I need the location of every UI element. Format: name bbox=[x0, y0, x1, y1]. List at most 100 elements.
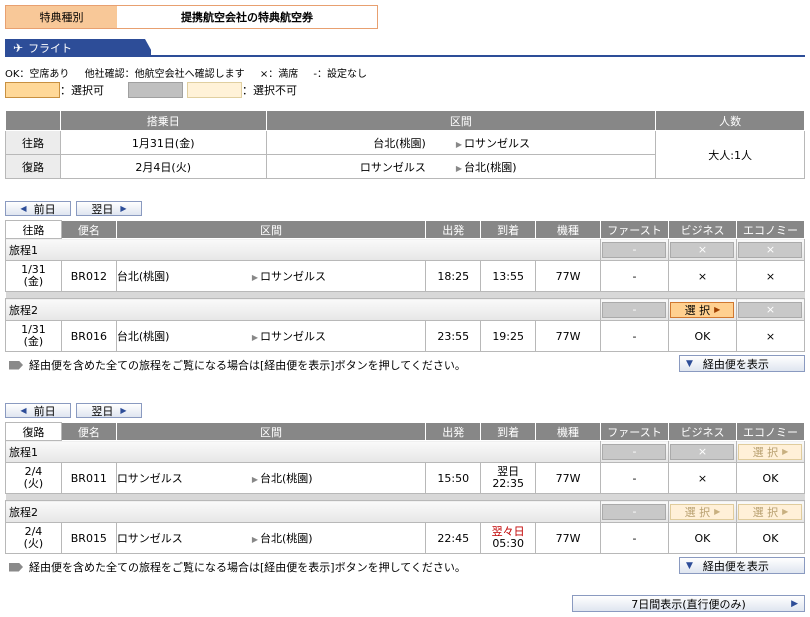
arrow-right-icon: ▶ bbox=[251, 535, 258, 544]
col-aircraft: 機種 bbox=[535, 422, 601, 441]
via-note-outbound: 経由便を含めた全ての旅程をご覧になる場合は[経由便を表示]ボタンを押してください… bbox=[9, 357, 466, 373]
summary-pax-header: 人数 bbox=[655, 110, 805, 131]
flight-aircraft: 77W bbox=[535, 320, 601, 352]
itinerary-label: 旅程1 bbox=[5, 238, 601, 261]
itinerary-label: 旅程1 bbox=[5, 440, 601, 463]
first-class-button: - bbox=[602, 301, 667, 318]
economy-availability: OK bbox=[735, 522, 806, 554]
award-type-value: 提携航空会社の特典航空券 bbox=[181, 11, 313, 24]
arrow-left-icon: ◀ bbox=[20, 204, 27, 213]
flight-dep: 18:25 bbox=[425, 260, 482, 292]
legend-confirm: 他社確認：他航空会社へ確認します bbox=[84, 69, 245, 80]
business-availability: OK bbox=[667, 522, 737, 554]
flight-tab: ✈ フライト bbox=[5, 39, 151, 57]
legend-unavailable-label: ：選択不可 bbox=[242, 84, 297, 97]
flight-date: 2/4 (火) bbox=[5, 522, 62, 554]
flight-aircraft: 77W bbox=[535, 260, 601, 292]
economy-availability: OK bbox=[735, 462, 806, 494]
col-economy: エコノミー bbox=[735, 220, 806, 239]
swatch-unavailable-gray bbox=[128, 82, 183, 98]
flight-number: BR016 bbox=[60, 320, 117, 352]
flight-dep: 22:45 bbox=[425, 522, 482, 554]
summary-date-header: 搭乗日 bbox=[59, 110, 267, 131]
legend-available-label: ：選択可 bbox=[60, 84, 104, 97]
seven-day-view-button[interactable]: 7日間表示(直行便のみ) ▶ bbox=[572, 595, 805, 612]
arrow-right-icon: ▶ bbox=[455, 139, 463, 149]
flight-route: ロサンゼルス ▶ 台北(桃園) bbox=[115, 522, 427, 554]
flight-route: ロサンゼルス ▶ 台北(桃園) bbox=[115, 462, 427, 494]
itinerary-header-row: 旅程1 - × × bbox=[5, 238, 806, 261]
inbound-show-via-button[interactable]: ▼ 経由便を表示 bbox=[679, 557, 805, 574]
outbound-prev-day-button[interactable]: ◀ 前日 bbox=[5, 201, 71, 216]
legend-swatches: ：選択可 ：選択不可 bbox=[5, 82, 297, 98]
business-select-button[interactable]: 選 択 ▶ bbox=[670, 503, 735, 520]
economy-availability: × bbox=[735, 260, 806, 292]
itinerary-header-row: 旅程1 - × 選 択 ▶ bbox=[5, 440, 806, 463]
summary-dir: 往路 bbox=[5, 130, 61, 155]
flight-number: BR015 bbox=[60, 522, 117, 554]
outbound-show-via-button[interactable]: ▼ 経由便を表示 bbox=[679, 355, 805, 372]
col-route: 区間 bbox=[115, 220, 427, 239]
flight-row: 2/4 (火) BR011 ロサンゼルス ▶ 台北(桃園) 15:50 翌日 22:35… bbox=[5, 462, 806, 494]
outbound-next-day-button[interactable]: 翌日 ▶ bbox=[76, 201, 142, 216]
first-class-button: - bbox=[602, 503, 667, 520]
arrow-right-icon: ▶ bbox=[251, 273, 258, 282]
col-route: 区間 bbox=[115, 422, 427, 441]
via-note-inbound: 経由便を含めた全ての旅程をご覧になる場合は[経由便を表示]ボタンを押してください… bbox=[9, 559, 466, 575]
flight-row: 1/31 (金) BR012 台北(桃園) ▶ ロサンゼルス 18:25 13:55 … bbox=[5, 260, 806, 292]
first-availability: - bbox=[599, 260, 669, 292]
summary-date: 2月4日(火) bbox=[59, 154, 267, 179]
bullet-arrow-icon bbox=[9, 562, 23, 572]
arrow-left-icon: ◀ bbox=[20, 406, 27, 415]
col-first: ファースト bbox=[599, 422, 669, 441]
arrow-right-icon: ▶ bbox=[782, 447, 789, 456]
summary-pax: 大人:1人 bbox=[655, 130, 805, 179]
first-availability: - bbox=[599, 522, 669, 554]
business-availability: OK bbox=[667, 320, 737, 352]
double-chevron-down-icon: ▼ bbox=[686, 358, 693, 369]
business-availability: × bbox=[667, 260, 737, 292]
flight-number: BR012 bbox=[60, 260, 117, 292]
col-dep: 出発 bbox=[425, 422, 482, 441]
summary-date: 1月31日(金) bbox=[59, 130, 267, 155]
legend-line: OK：空席あり 他社確認：他航空会社へ確認します ×：満席 -：設定なし bbox=[5, 65, 379, 80]
arrow-right-icon: ▶ bbox=[714, 507, 721, 516]
business-select-button[interactable]: 選 択 ▶ bbox=[670, 301, 735, 318]
col-arr: 到着 bbox=[480, 220, 537, 239]
legend-full: ×：満席 bbox=[259, 69, 299, 80]
summary-dir: 復路 bbox=[5, 154, 61, 179]
col-flight: 便名 bbox=[60, 220, 117, 239]
outbound-dir-header: 往路 bbox=[5, 220, 62, 239]
col-first: ファースト bbox=[599, 220, 669, 239]
trip-summary-table: 搭乗日 区間 人数 往路 1月31日(金) 台北(桃園) ▶ ロサンゼルス 大人:1… bbox=[5, 110, 805, 179]
first-class-button: - bbox=[602, 241, 667, 258]
bullet-arrow-icon bbox=[9, 360, 23, 370]
flight-aircraft: 77W bbox=[535, 522, 601, 554]
arrow-right-icon: ▶ bbox=[791, 598, 798, 609]
business-class-button: × bbox=[670, 241, 735, 258]
col-business: ビジネス bbox=[667, 220, 737, 239]
inbound-prev-day-button[interactable]: ◀ 前日 bbox=[5, 403, 71, 418]
first-availability: - bbox=[599, 320, 669, 352]
col-arr: 到着 bbox=[480, 422, 537, 441]
flight-date: 1/31 (金) bbox=[5, 260, 62, 292]
award-type-box: 特典種別 提携航空会社の特典航空券 bbox=[5, 5, 378, 29]
economy-select-button[interactable]: 選 択 ▶ bbox=[738, 443, 803, 460]
economy-select-button[interactable]: 選 択 ▶ bbox=[738, 503, 803, 520]
col-dep: 出発 bbox=[425, 220, 482, 239]
arrow-right-icon: ▶ bbox=[120, 204, 127, 213]
arrow-right-icon: ▶ bbox=[120, 406, 127, 415]
inbound-next-day-button[interactable]: 翌日 ▶ bbox=[76, 403, 142, 418]
col-economy: エコノミー bbox=[735, 422, 806, 441]
col-flight: 便名 bbox=[60, 422, 117, 441]
summary-empty-header bbox=[5, 110, 61, 131]
economy-availability: × bbox=[735, 320, 806, 352]
flight-arr: 19:25 bbox=[480, 320, 537, 352]
flight-route: 台北(桃園) ▶ ロサンゼルス bbox=[115, 260, 427, 292]
itinerary-header-row: 旅程2 - 選 択 ▶ 選 択 ▶ bbox=[5, 500, 806, 523]
flight-date: 1/31 (金) bbox=[5, 320, 62, 352]
award-type-label: 特典種別 bbox=[6, 6, 117, 28]
first-availability: - bbox=[599, 462, 669, 494]
airplane-icon: ✈ bbox=[13, 41, 24, 55]
flight-date: 2/4 (火) bbox=[5, 462, 62, 494]
